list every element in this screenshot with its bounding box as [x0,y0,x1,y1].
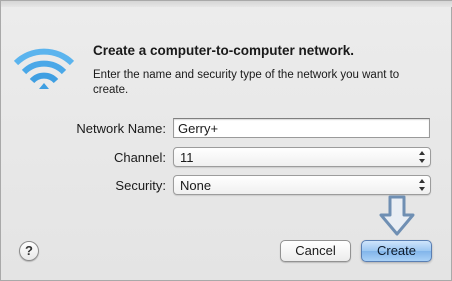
create-button[interactable]: Create [361,240,432,262]
updown-arrows-icon [419,179,425,191]
dialog-heading: Create a computer-to-computer network. [93,43,355,58]
dialog-subtitle: Enter the name and security type of the … [93,69,400,96]
updown-arrows-icon [419,151,425,163]
network-name-input[interactable]: Gerry+ [173,118,430,138]
create-network-dialog: Create a computer-to-computer network. E… [0,0,452,281]
security-select[interactable]: None [173,175,431,195]
channel-label: Channel: [113,150,166,165]
channel-value: 11 [180,150,194,165]
security-value: None [180,178,212,193]
channel-select[interactable]: 11 [173,147,431,167]
cancel-button[interactable]: Cancel [280,240,351,262]
wifi-icon [13,48,75,89]
help-button[interactable]: ? [19,241,39,261]
dialog-top-edge [1,1,452,7]
security-label: Security: [115,178,166,193]
network-name-value: Gerry+ [178,121,219,136]
network-name-label: Network Name: [76,121,166,136]
down-arrow-annotation-icon [379,195,415,236]
